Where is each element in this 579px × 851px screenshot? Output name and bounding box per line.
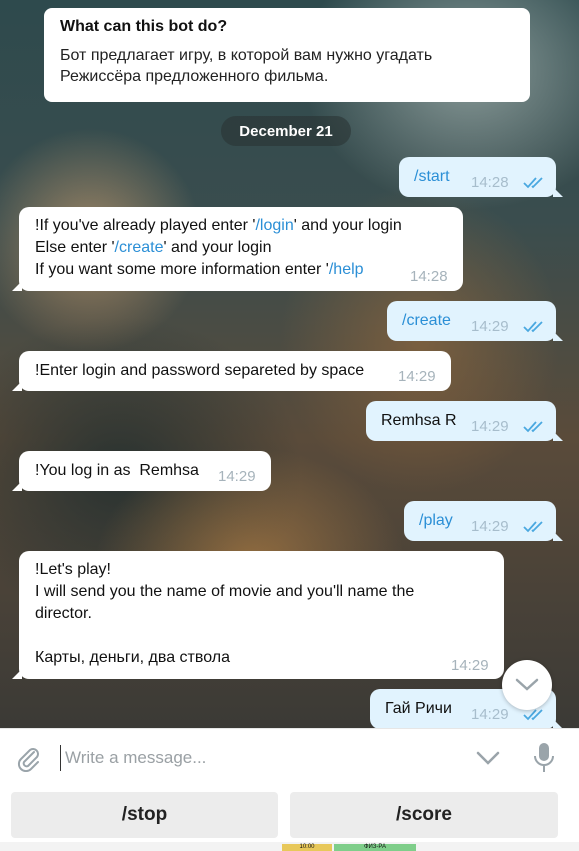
bot-info-card: What can this bot do? Бот предлагает игр…: [44, 8, 530, 102]
chevron-down-icon[interactable]: [474, 746, 502, 770]
message-text-part: If you want some more information enter …: [35, 261, 329, 278]
message-time: 14:29: [218, 468, 256, 485]
strip-cell: 10:00: [282, 844, 332, 851]
message-text-part: Else enter ': [35, 239, 115, 256]
message-incoming[interactable]: !Enter login and password separeted by s…: [12, 351, 451, 391]
message-time: 14:29: [471, 518, 509, 535]
message-time: 14:28: [471, 174, 509, 191]
message-outgoing[interactable]: /play 14:29: [404, 501, 563, 541]
message-time: 14:29: [471, 706, 509, 723]
login-command-link[interactable]: /login: [255, 217, 293, 234]
message-text: !Enter login and password separeted by s…: [35, 362, 365, 379]
message-line: I will send you the name of movie and yo…: [35, 583, 415, 600]
bot-info-text-line2: Режиссёра предложенного фильма.: [60, 68, 329, 85]
double-check-icon: [523, 177, 543, 189]
scroll-down-button[interactable]: [502, 660, 552, 710]
message-line: !Let's play!: [35, 561, 111, 578]
message-time: 14:29: [398, 368, 436, 385]
message-time: 14:29: [471, 418, 509, 435]
help-command-link[interactable]: /help: [329, 261, 364, 278]
message-line: director.: [35, 605, 92, 622]
message-text-part: ' and your login: [293, 217, 402, 234]
create-command-link[interactable]: /create: [115, 239, 164, 256]
message-text: Гай Ричи: [385, 700, 452, 717]
message-outgoing[interactable]: Remhsa R 14:29: [366, 401, 563, 441]
stop-command-button[interactable]: /stop: [11, 792, 278, 838]
date-separator: December 21: [221, 116, 351, 146]
paperclip-icon[interactable]: [14, 744, 42, 772]
message-text: !Let's play! I will send you the name of…: [35, 559, 414, 669]
message-incoming[interactable]: !If you've already played enter '/login'…: [12, 207, 463, 291]
message-text: Remhsa R: [381, 412, 457, 429]
double-check-icon: [523, 321, 543, 333]
bot-info-text-line1: Бот предлагает игру, в которой вам нужно…: [60, 47, 433, 64]
message-time: 14:29: [451, 657, 489, 674]
message-text-part: !If you've already played enter ': [35, 217, 256, 234]
chevron-down-icon: [515, 678, 539, 691]
message-text-part: ' and your login: [163, 239, 272, 256]
bot-info-title: What can this bot do?: [60, 18, 228, 35]
message-time: 14:29: [471, 318, 509, 335]
double-check-icon: [523, 421, 543, 433]
message-incoming[interactable]: !You log in as Remhsa 14:29: [12, 451, 271, 491]
message-line: Карты, деньги, два ствола: [35, 649, 230, 666]
message-text: !If you've already played enter '/login'…: [35, 215, 402, 281]
message-input[interactable]: [60, 745, 440, 771]
background-window-strip: 10:00 ФИЗ-РА: [0, 842, 579, 851]
message-time: 14:28: [410, 268, 448, 285]
double-check-icon: [523, 521, 543, 533]
score-command-button[interactable]: /score: [290, 792, 558, 838]
message-text: !You log in as Remhsa: [35, 462, 199, 479]
chat-area[interactable]: What can this bot do? Бот предлагает игр…: [0, 0, 579, 730]
message-text[interactable]: /start: [414, 166, 450, 188]
microphone-icon[interactable]: [530, 741, 558, 775]
message-incoming[interactable]: !Let's play! I will send you the name of…: [12, 551, 504, 679]
message-outgoing[interactable]: /start 14:28: [399, 157, 563, 197]
message-text[interactable]: /create: [402, 310, 451, 332]
message-outgoing[interactable]: /create 14:29: [387, 301, 563, 341]
message-composer: [0, 728, 579, 786]
message-text[interactable]: /play: [419, 510, 453, 532]
strip-cell: ФИЗ-РА: [334, 844, 416, 851]
